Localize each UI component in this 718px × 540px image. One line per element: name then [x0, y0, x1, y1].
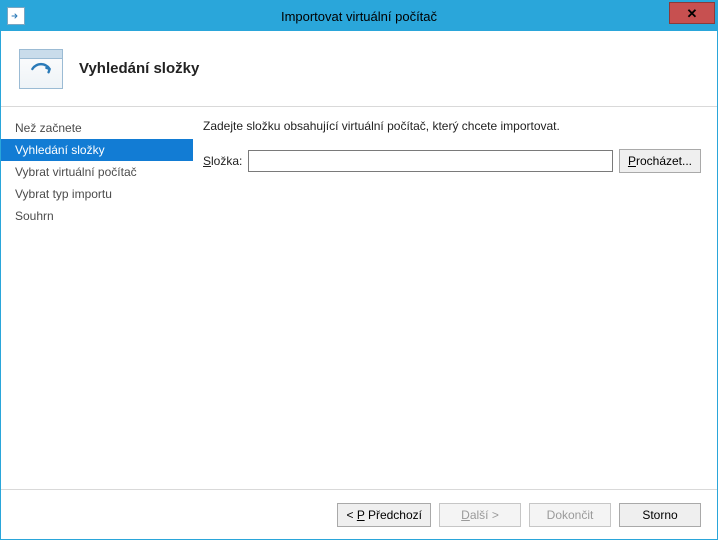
folder-label: Složka:	[203, 154, 242, 168]
wizard-window: Importovat virtuální počítač ✕ Vyhledání…	[0, 0, 718, 540]
step-summary[interactable]: Souhrn	[1, 205, 193, 227]
close-icon: ✕	[687, 7, 698, 20]
previous-button[interactable]: < P Předchozí	[337, 503, 431, 527]
wizard-content: Zadejte složku obsahující virtuální počí…	[193, 107, 717, 489]
step-before-you-begin[interactable]: Než začnete	[1, 117, 193, 139]
wizard-header: Vyhledání složky	[1, 31, 717, 107]
app-icon	[7, 7, 25, 25]
step-locate-folder[interactable]: Vyhledání složky	[1, 139, 193, 161]
next-button[interactable]: Další >	[439, 503, 521, 527]
close-button[interactable]: ✕	[669, 2, 715, 24]
folder-row: Složka: Procházet...	[203, 149, 701, 173]
wizard-steps-sidebar: Než začnete Vyhledání složky Vybrat virt…	[1, 107, 193, 489]
browse-button[interactable]: Procházet...	[619, 149, 701, 173]
import-icon	[19, 49, 63, 89]
page-heading: Vyhledání složky	[79, 60, 199, 77]
wizard-body: Než začnete Vyhledání složky Vybrat virt…	[1, 107, 717, 489]
finish-button[interactable]: Dokončit	[529, 503, 611, 527]
wizard-footer: < P Předchozí Další > Dokončit Storno	[1, 489, 717, 539]
step-select-vm[interactable]: Vybrat virtuální počítač	[1, 161, 193, 183]
instruction-text: Zadejte složku obsahující virtuální počí…	[203, 119, 701, 133]
titlebar: Importovat virtuální počítač ✕	[1, 1, 717, 31]
window-title: Importovat virtuální počítač	[1, 9, 717, 24]
cancel-button[interactable]: Storno	[619, 503, 701, 527]
folder-input[interactable]	[248, 150, 613, 172]
step-import-type[interactable]: Vybrat typ importu	[1, 183, 193, 205]
